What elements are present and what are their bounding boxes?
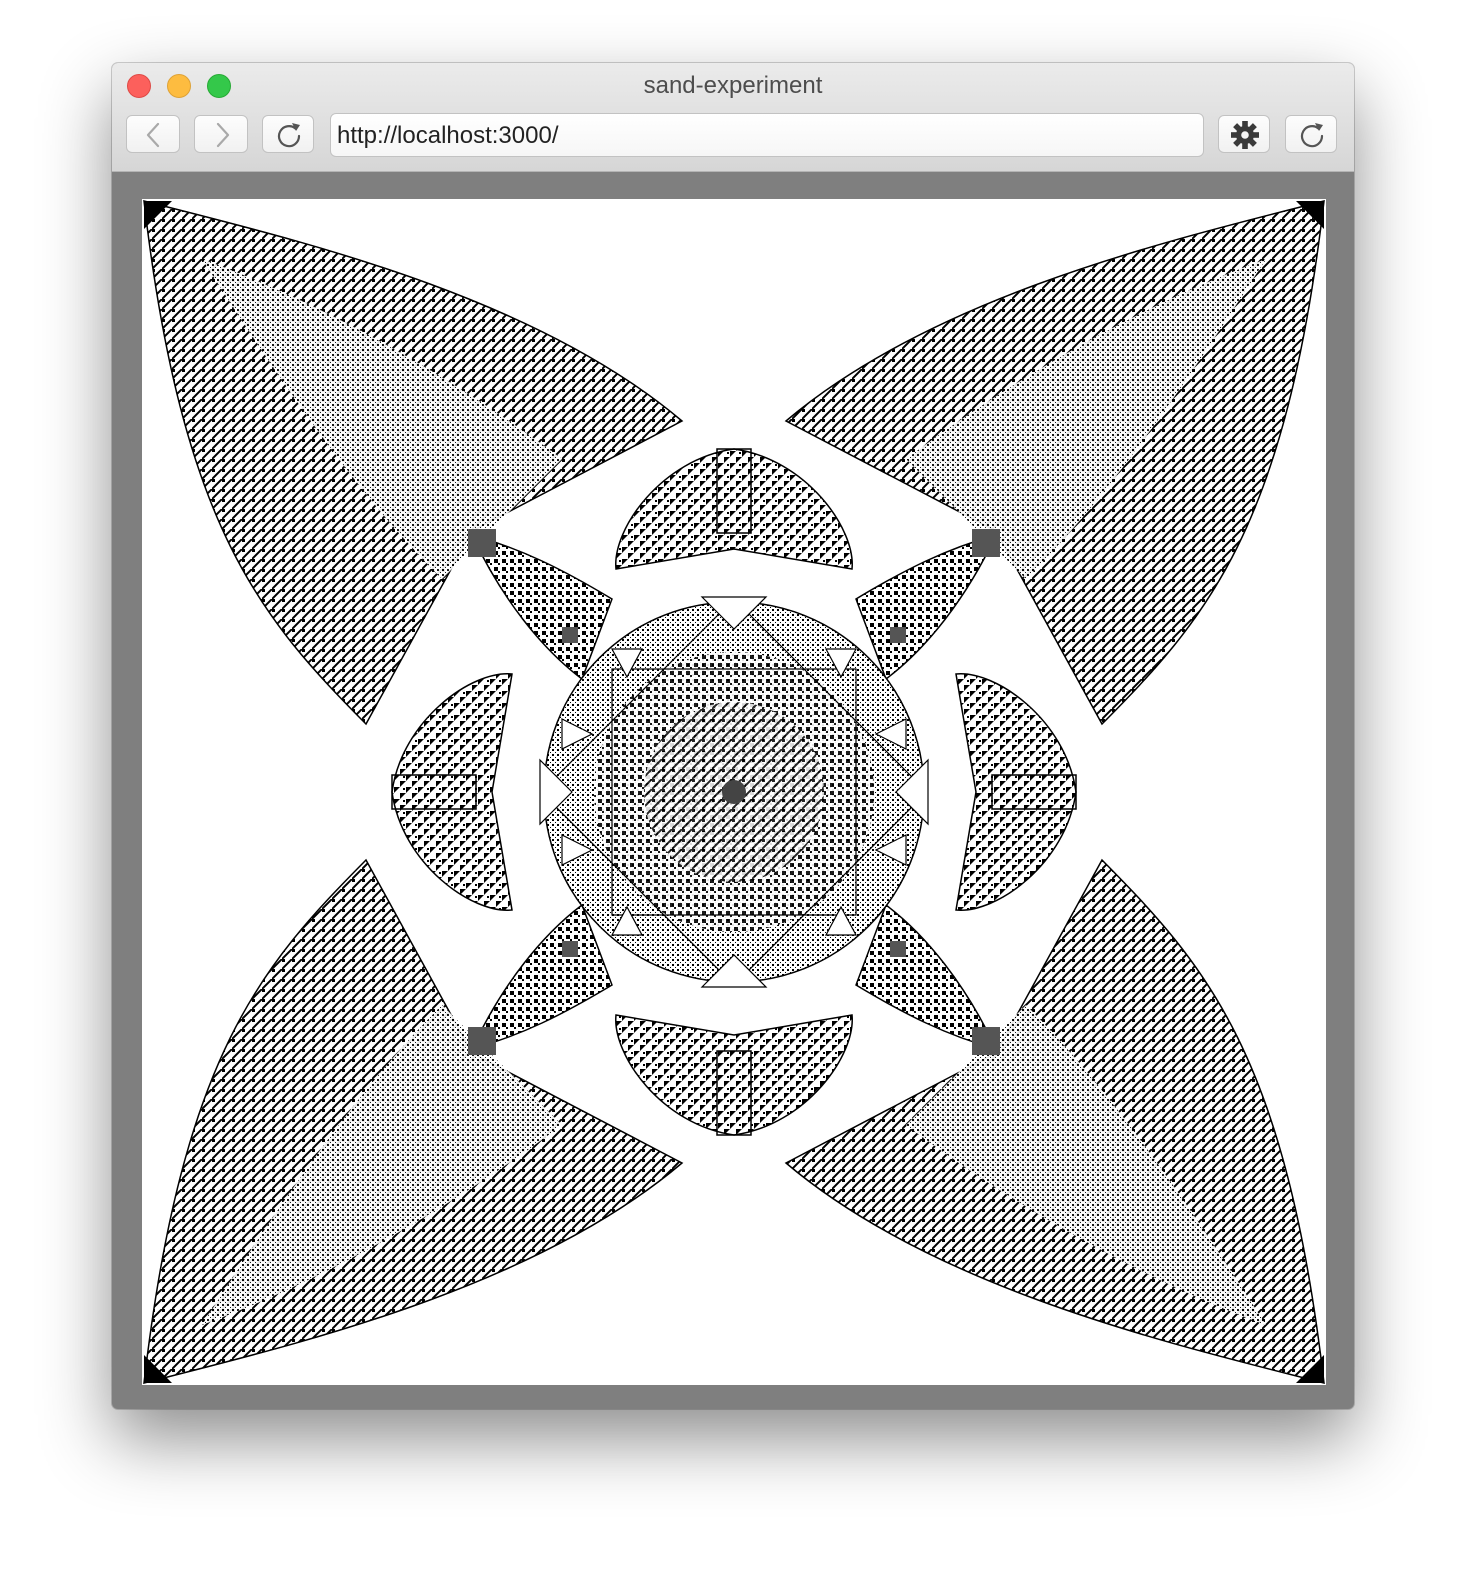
reload-button[interactable] [262,115,314,153]
reload-icon [277,123,301,148]
chevron-left-icon [146,122,160,148]
settings-button[interactable] [1218,115,1270,153]
reload-icon [1300,123,1324,148]
browser-window: sand-experiment http://localhost:3000/ [112,63,1354,1409]
chevron-right-icon [216,122,230,148]
forward-button[interactable] [194,115,248,153]
sandpile-canvas[interactable] [142,199,1326,1385]
address-bar[interactable]: http://localhost:3000/ [330,113,1204,157]
back-button[interactable] [126,115,180,153]
gear-icon [1231,121,1259,149]
window-title: sand-experiment [643,72,823,99]
title-bar: sand-experiment http://localhost:3000/ [112,63,1354,172]
refresh-button[interactable] [1285,115,1337,153]
sandpile-pattern [142,199,1326,1385]
url-text: http://localhost:3000/ [337,122,559,149]
